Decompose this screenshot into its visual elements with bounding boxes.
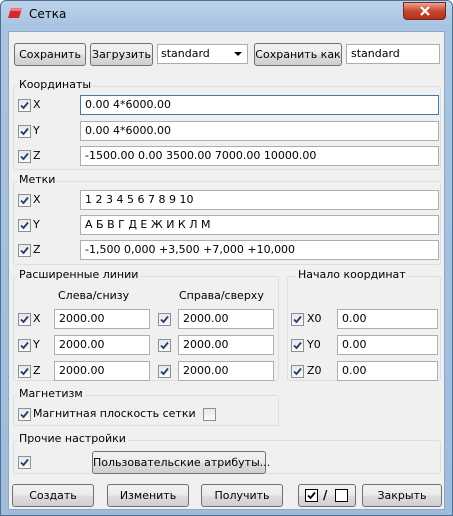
close-icon xyxy=(420,6,430,16)
origin-z-label: Z0 xyxy=(307,364,322,377)
save-as-button[interactable]: Сохранить как xyxy=(254,43,342,66)
save-as-name-input[interactable]: standard xyxy=(346,44,440,64)
checkmark-icon xyxy=(293,315,302,324)
ext-x-right-input[interactable]: 2000.00 xyxy=(178,309,274,329)
preset-select[interactable]: standard xyxy=(157,44,248,64)
origin-group-title: Начало координат xyxy=(296,268,408,281)
unchecked-box-icon xyxy=(335,489,348,502)
checkmark-icon xyxy=(160,367,169,376)
coord-y-label: Y xyxy=(33,124,40,137)
checkmark-icon xyxy=(20,196,29,205)
coordinates-group-title: Координаты xyxy=(17,78,94,91)
coord-y-input[interactable]: 0.00 4*6000.00 xyxy=(80,121,439,141)
checkmark-icon xyxy=(20,246,29,255)
other-settings-checkbox[interactable] xyxy=(18,456,31,469)
save-button[interactable]: Сохранить xyxy=(14,43,86,66)
coord-x-label: X xyxy=(33,98,41,111)
coord-z-checkbox[interactable] xyxy=(18,150,31,163)
title-bar[interactable]: Сетка xyxy=(1,1,452,27)
origin-y-checkbox[interactable] xyxy=(291,339,304,352)
chevron-down-icon[interactable] xyxy=(234,52,242,56)
close-button[interactable]: Закрыть xyxy=(362,484,442,507)
ext-x-right-checkbox[interactable] xyxy=(158,313,171,326)
origin-y-label: Y0 xyxy=(307,338,321,351)
close-window-button[interactable] xyxy=(403,2,446,20)
checkmark-icon xyxy=(293,367,302,376)
checkmark-icon xyxy=(20,458,29,467)
checked-box-icon xyxy=(305,489,318,502)
label-z-checkbox[interactable] xyxy=(18,244,31,257)
ext-z-right-input[interactable]: 2000.00 xyxy=(178,361,274,381)
checkmark-icon xyxy=(20,101,29,110)
ext-y-left-input[interactable]: 2000.00 xyxy=(54,335,150,355)
ext-y-checkbox[interactable] xyxy=(18,339,31,352)
origin-z-input[interactable]: 0.00 xyxy=(337,361,438,381)
origin-x-input[interactable]: 0.00 xyxy=(337,309,438,329)
magnetism-group-title: Магнетизм xyxy=(17,387,85,400)
label-x-checkbox[interactable] xyxy=(18,194,31,207)
label-y-label: Y xyxy=(33,218,40,231)
coord-x-checkbox[interactable] xyxy=(18,99,31,112)
magnetic-extra-checkbox[interactable] xyxy=(203,408,216,421)
label-x-label: X xyxy=(33,193,41,206)
checkmark-icon xyxy=(160,315,169,324)
extended-left-header: Слева/снизу xyxy=(58,289,130,302)
coord-z-input[interactable]: -1500.00 0.00 3500.00 7000.00 10000.00 xyxy=(80,146,439,166)
label-y-input[interactable]: А Б В Г Д Е Ж И К Л М xyxy=(80,215,439,235)
ext-y-right-checkbox[interactable] xyxy=(158,339,171,352)
origin-z-checkbox[interactable] xyxy=(291,365,304,378)
get-button[interactable]: Получить xyxy=(201,484,283,507)
label-x-input[interactable]: 1 2 3 4 5 6 7 8 9 10 xyxy=(80,190,439,210)
extended-lines-group-title: Расширенные линии xyxy=(17,268,141,281)
user-attributes-button[interactable]: Пользовательские атрибуты... xyxy=(92,451,270,474)
checkmark-icon xyxy=(20,341,29,350)
label-z-label: Z xyxy=(33,243,41,256)
ext-z-left-input[interactable]: 2000.00 xyxy=(54,361,150,381)
checkmark-icon xyxy=(20,221,29,230)
magnetic-plane-label: Магнитная плоскость сетки xyxy=(33,407,196,420)
checkmark-icon xyxy=(20,367,29,376)
checkmark-icon xyxy=(20,127,29,136)
preset-select-value: standard xyxy=(161,47,210,60)
origin-x-label: X0 xyxy=(307,312,322,325)
ext-z-right-checkbox[interactable] xyxy=(158,365,171,378)
dialog-body: Сохранить Загрузить standard Сохранить к… xyxy=(8,31,445,510)
toggle-separator: / xyxy=(323,488,328,502)
checkmark-icon xyxy=(20,410,29,419)
coord-z-label: Z xyxy=(33,149,41,162)
magnetic-plane-checkbox[interactable] xyxy=(18,408,31,421)
ext-z-checkbox[interactable] xyxy=(18,365,31,378)
coord-x-input[interactable]: 0.00 4*6000.00 xyxy=(80,95,439,115)
label-z-input[interactable]: -1,500 0,000 +3,500 +7,000 +10,000 xyxy=(80,240,439,260)
ext-y-right-input[interactable]: 2000.00 xyxy=(178,335,274,355)
dialog-window: Сетка Сохранить Загрузить standard Сохра… xyxy=(0,0,453,516)
origin-x-checkbox[interactable] xyxy=(291,313,304,326)
extended-right-header: Справа/сверху xyxy=(179,289,264,302)
labels-group-title: Метки xyxy=(17,173,58,186)
label-y-checkbox[interactable] xyxy=(18,219,31,232)
window-title: Сетка xyxy=(29,7,67,21)
checkmark-icon xyxy=(20,315,29,324)
checkmark-icon xyxy=(20,152,29,161)
ext-z-label: Z xyxy=(33,364,41,377)
ext-x-left-input[interactable]: 2000.00 xyxy=(54,309,150,329)
modify-button[interactable]: Изменить xyxy=(107,484,189,507)
checkmark-icon xyxy=(160,341,169,350)
origin-y-input[interactable]: 0.00 xyxy=(337,335,438,355)
ext-y-label: Y xyxy=(33,338,40,351)
load-button[interactable]: Загрузить xyxy=(90,43,153,66)
toggle-all-button[interactable]: / xyxy=(298,484,356,507)
other-settings-group-title: Прочие настройки xyxy=(17,432,128,445)
coord-y-checkbox[interactable] xyxy=(18,125,31,138)
ext-x-label: X xyxy=(33,312,41,325)
create-button[interactable]: Создать xyxy=(12,484,94,507)
app-icon xyxy=(8,8,22,18)
ext-x-checkbox[interactable] xyxy=(18,313,31,326)
checkmark-icon xyxy=(293,341,302,350)
